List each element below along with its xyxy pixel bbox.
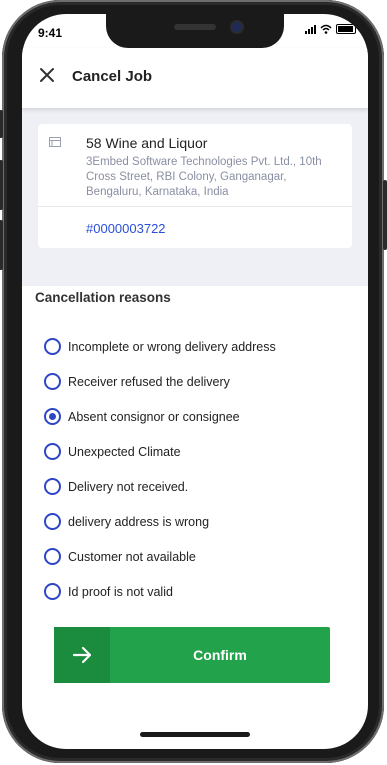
radio-button[interactable] bbox=[44, 408, 61, 425]
card-divider bbox=[38, 206, 352, 207]
reason-label: Receiver refused the delivery bbox=[68, 374, 230, 389]
radio-button[interactable] bbox=[44, 478, 61, 495]
confirm-button[interactable]: Confirm bbox=[54, 627, 330, 683]
reason-label: Unexpected Climate bbox=[68, 444, 181, 459]
arrow-right-icon bbox=[72, 646, 92, 664]
power-button bbox=[383, 180, 387, 250]
store-address: 3Embed Software Technologies Pvt. Ltd., … bbox=[86, 156, 322, 198]
camera-icon bbox=[232, 22, 242, 32]
reason-option[interactable]: Customer not available bbox=[44, 548, 196, 565]
status-time: 9:41 bbox=[38, 26, 63, 40]
radio-button[interactable] bbox=[44, 373, 61, 390]
reason-label: Absent consignor or consignee bbox=[68, 409, 240, 424]
reason-label: Id proof is not valid bbox=[68, 584, 173, 599]
volume-down-button bbox=[0, 220, 3, 270]
order-summary-area: 58 Wine and Liquor 3Embed Software Techn… bbox=[22, 108, 368, 286]
radio-button[interactable] bbox=[44, 443, 61, 460]
app-screen: 9:41 Cancel Job 58 Wine and Liquor 3Embe… bbox=[22, 14, 368, 749]
notch bbox=[106, 14, 284, 48]
page-title: Cancel Job bbox=[72, 68, 153, 85]
confirm-arrow-box bbox=[54, 627, 110, 683]
reason-option[interactable]: Receiver refused the delivery bbox=[44, 373, 230, 390]
order-card: 58 Wine and Liquor 3Embed Software Techn… bbox=[38, 124, 352, 248]
home-indicator bbox=[140, 732, 250, 737]
app-header: Cancel Job bbox=[22, 48, 368, 108]
reason-option[interactable]: delivery address is wrong bbox=[44, 513, 209, 530]
reason-option[interactable]: Delivery not received. bbox=[44, 478, 188, 495]
cancellation-reasons-title: Cancellation reasons bbox=[35, 290, 171, 305]
reason-label: Delivery not received. bbox=[68, 479, 189, 494]
reason-option[interactable]: Incomplete or wrong delivery address bbox=[44, 338, 276, 355]
status-icons bbox=[305, 24, 356, 34]
reason-option[interactable]: Absent consignor or consignee bbox=[44, 408, 240, 425]
phone-frame: 9:41 Cancel Job 58 Wine and Liquor 3Embe… bbox=[0, 0, 387, 763]
order-id: #0000003722 bbox=[86, 221, 166, 236]
radio-button[interactable] bbox=[44, 548, 61, 565]
reason-option[interactable]: Unexpected Climate bbox=[44, 443, 181, 460]
signal-icon bbox=[305, 25, 316, 34]
reason-option[interactable]: Id proof is not valid bbox=[44, 583, 173, 600]
mute-switch bbox=[0, 110, 3, 138]
close-icon[interactable] bbox=[36, 64, 58, 86]
volume-up-button bbox=[0, 160, 3, 210]
radio-button[interactable] bbox=[44, 513, 61, 530]
wifi-icon bbox=[320, 24, 332, 34]
reason-label: Incomplete or wrong delivery address bbox=[68, 339, 276, 354]
confirm-label: Confirm bbox=[193, 647, 247, 663]
speaker-grille bbox=[174, 24, 216, 30]
reason-label: delivery address is wrong bbox=[68, 514, 210, 529]
radio-button[interactable] bbox=[44, 583, 61, 600]
battery-icon bbox=[336, 24, 356, 34]
reason-label: Customer not available bbox=[68, 549, 196, 564]
store-name: 58 Wine and Liquor bbox=[86, 135, 208, 151]
radio-button[interactable] bbox=[44, 338, 61, 355]
store-icon bbox=[49, 137, 61, 147]
